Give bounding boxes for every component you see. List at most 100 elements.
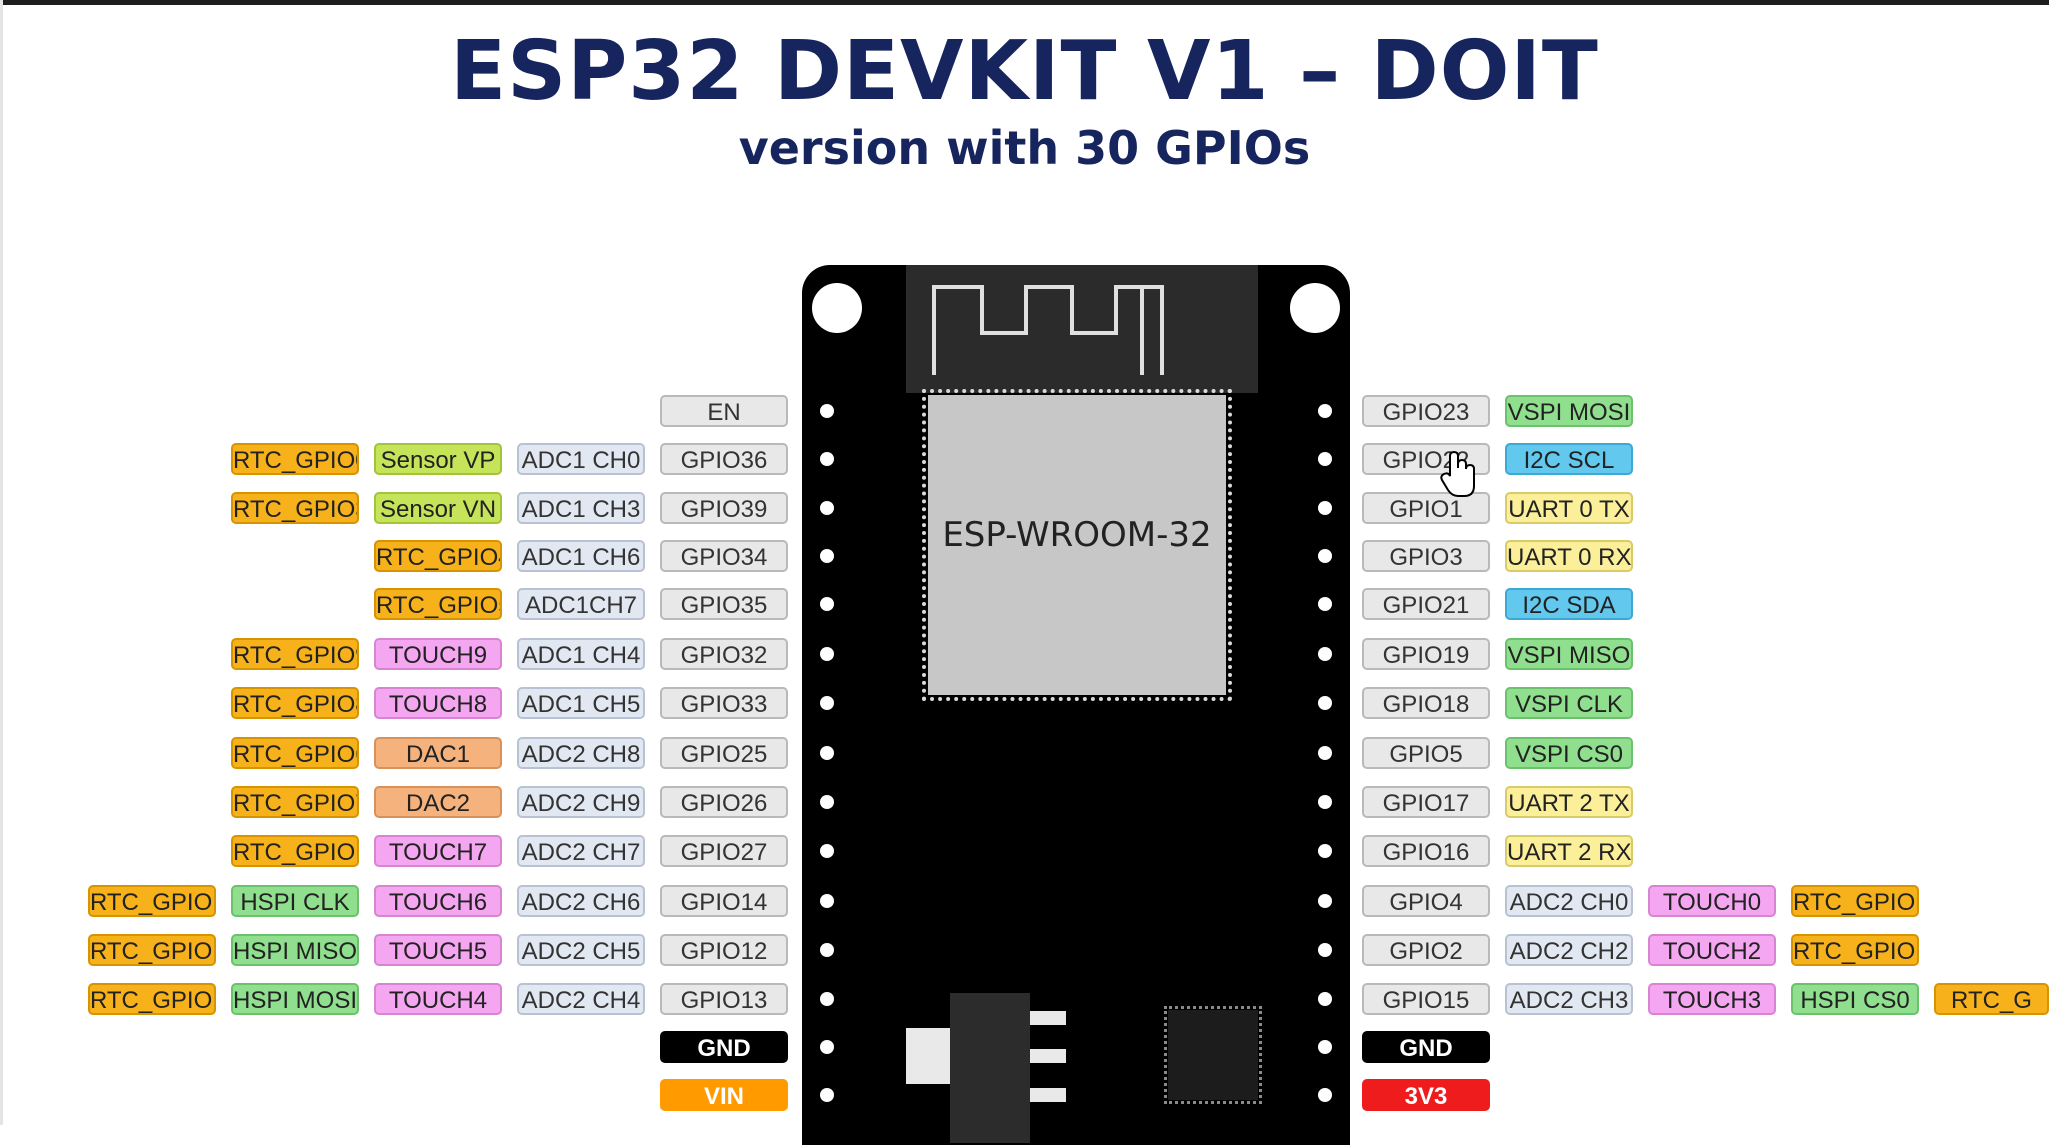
- right-pin-label-rtc-gpio10: RTC_GPIO10: [1791, 885, 1919, 917]
- regulator-leg: [1030, 1088, 1066, 1102]
- right-pin-label-vspi-mosi: VSPI MOSI: [1505, 395, 1633, 427]
- left-pin-label-rtc-gpio0: RTC_GPIO0: [231, 443, 359, 475]
- right-pin-label-rtc-gpio12: RTC_GPIO12: [1791, 934, 1919, 966]
- left-header-pin: [820, 696, 834, 710]
- right-pin-label-uart-0-tx: UART 0 TX: [1505, 492, 1633, 524]
- diagram-title: ESP32 DEVKIT V1 – DOIT: [450, 24, 1599, 119]
- left-pin-label-touch4: TOUCH4: [374, 983, 502, 1015]
- right-pin-label-gpio4: GPIO4: [1362, 885, 1490, 917]
- right-pin-label-hspi-cs0: HSPI CS0: [1791, 983, 1919, 1015]
- right-header-pin: [1318, 795, 1332, 809]
- right-pin-label-uart-2-rx: UART 2 RX: [1505, 835, 1633, 867]
- right-pin-label-adc2-ch0: ADC2 CH0: [1505, 885, 1633, 917]
- right-pin-label-gpio21: GPIO21: [1362, 588, 1490, 620]
- right-pin-label-gpio18: GPIO18: [1362, 687, 1490, 719]
- left-header-pin: [820, 404, 834, 418]
- right-pin-label-gpio3: GPIO3: [1362, 540, 1490, 572]
- left-pin-label-dac1: DAC1: [374, 737, 502, 769]
- esp32-board: ESP-WROOM-32: [802, 265, 1350, 1145]
- left-pin-label-rtc-gpio14: RTC_GPIO14: [88, 983, 216, 1015]
- left-pin-label-rtc-gpio3: RTC_GPIO3: [231, 492, 359, 524]
- left-pin-label-vin: VIN: [660, 1079, 788, 1111]
- voltage-regulator: [950, 993, 1030, 1143]
- left-pin-label-gpio25: GPIO25: [660, 737, 788, 769]
- left-pin-label-gpio14: GPIO14: [660, 885, 788, 917]
- left-pin-label-rtc-gpio4: RTC_GPIO4: [374, 540, 502, 572]
- right-pin-label-i2c-sda: I2C SDA: [1505, 588, 1633, 620]
- left-pin-label-hspi-clk: HSPI CLK: [231, 885, 359, 917]
- right-header-pin: [1318, 1040, 1332, 1054]
- left-pin-label-gpio39: GPIO39: [660, 492, 788, 524]
- left-header-pin: [820, 943, 834, 957]
- right-pin-label-touch3: TOUCH3: [1648, 983, 1776, 1015]
- right-pin-label-i2c-scl: I2C SCL: [1505, 443, 1633, 475]
- left-pin-label-touch7: TOUCH7: [374, 835, 502, 867]
- left-pin-label-adc1-ch6: ADC1 CH6: [517, 540, 645, 572]
- right-header-pin: [1318, 597, 1332, 611]
- right-header-pin: [1318, 696, 1332, 710]
- left-header-pin: [820, 1040, 834, 1054]
- usb-uart-chip: [1164, 1006, 1262, 1104]
- left-pin-label-gpio27: GPIO27: [660, 835, 788, 867]
- right-pin-label-vspi-cs0: VSPI CS0: [1505, 737, 1633, 769]
- right-pin-label-touch0: TOUCH0: [1648, 885, 1776, 917]
- left-pin-label-rtc-gpio17: RTC_GPIO17: [231, 835, 359, 867]
- left-pin-label-adc2-ch6: ADC2 CH6: [517, 885, 645, 917]
- left-pin-label-gpio36: GPIO36: [660, 443, 788, 475]
- left-pin-label-rtc-gpio15: RTC_GPIO15: [88, 934, 216, 966]
- left-pin-label-touch6: TOUCH6: [374, 885, 502, 917]
- left-header-pin: [820, 894, 834, 908]
- mounting-hole-left: [812, 283, 862, 333]
- right-header-pin: [1318, 549, 1332, 563]
- right-header-pin: [1318, 501, 1332, 515]
- right-pin-label-gpio19: GPIO19: [1362, 638, 1490, 670]
- right-pin-label-rtc-g: RTC_G: [1934, 983, 2049, 1015]
- module-label: ESP-WROOM-32: [942, 515, 1212, 555]
- window-top-border: [0, 0, 2049, 5]
- esp-wroom-32-module: ESP-WROOM-32: [922, 389, 1232, 701]
- left-header-pin: [820, 597, 834, 611]
- left-header-pin: [820, 992, 834, 1006]
- left-pin-label-gpio12: GPIO12: [660, 934, 788, 966]
- right-pin-label-uart-2-tx: UART 2 TX: [1505, 786, 1633, 818]
- left-pin-label-adc2-ch8: ADC2 CH8: [517, 737, 645, 769]
- right-header-pin: [1318, 894, 1332, 908]
- left-pin-label-gpio26: GPIO26: [660, 786, 788, 818]
- left-pin-label-adc1-ch0: ADC1 CH0: [517, 443, 645, 475]
- left-pin-label-gpio33: GPIO33: [660, 687, 788, 719]
- right-pin-label-gpio17: GPIO17: [1362, 786, 1490, 818]
- right-pin-label-gpio15: GPIO15: [1362, 983, 1490, 1015]
- left-pin-label-adc1-ch3: ADC1 CH3: [517, 492, 645, 524]
- left-pin-label-adc2-ch5: ADC2 CH5: [517, 934, 645, 966]
- right-header-pin: [1318, 992, 1332, 1006]
- left-pin-label-gpio34: GPIO34: [660, 540, 788, 572]
- left-header-pin: [820, 1088, 834, 1102]
- left-pin-label-touch9: TOUCH9: [374, 638, 502, 670]
- left-header-pin: [820, 795, 834, 809]
- right-pin-label-gpio2: GPIO2: [1362, 934, 1490, 966]
- left-pin-label-rtc-gpio5: RTC_GPIO5: [374, 588, 502, 620]
- left-pin-label-rtc-gpio8: RTC_GPIO8: [231, 687, 359, 719]
- left-pin-label-sensor-vp: Sensor VP: [374, 443, 502, 475]
- left-pin-label-adc2-ch4: ADC2 CH4: [517, 983, 645, 1015]
- left-header-pin: [820, 549, 834, 563]
- left-pin-label-adc2-ch7: ADC2 CH7: [517, 835, 645, 867]
- left-header-pin: [820, 844, 834, 858]
- regulator-leg: [1030, 1049, 1066, 1063]
- pcb-antenna: [906, 265, 1258, 393]
- right-pin-label-touch2: TOUCH2: [1648, 934, 1776, 966]
- left-header-pin: [820, 746, 834, 760]
- left-pin-label-adc1ch7: ADC1CH7: [517, 588, 645, 620]
- left-pin-label-rtc-gpio9: RTC_GPIO9: [231, 638, 359, 670]
- left-pin-label-adc2-ch9: ADC2 CH9: [517, 786, 645, 818]
- left-pin-label-dac2: DAC2: [374, 786, 502, 818]
- mounting-hole-right: [1290, 283, 1340, 333]
- left-pin-label-en: EN: [660, 395, 788, 427]
- left-pin-label-gpio32: GPIO32: [660, 638, 788, 670]
- left-header-pin: [820, 647, 834, 661]
- right-pin-label-gpio23: GPIO23: [1362, 395, 1490, 427]
- right-pin-label-gnd: GND: [1362, 1031, 1490, 1063]
- right-header-pin: [1318, 1088, 1332, 1102]
- right-pin-label-3v3: 3V3: [1362, 1079, 1490, 1111]
- left-pin-label-gpio13: GPIO13: [660, 983, 788, 1015]
